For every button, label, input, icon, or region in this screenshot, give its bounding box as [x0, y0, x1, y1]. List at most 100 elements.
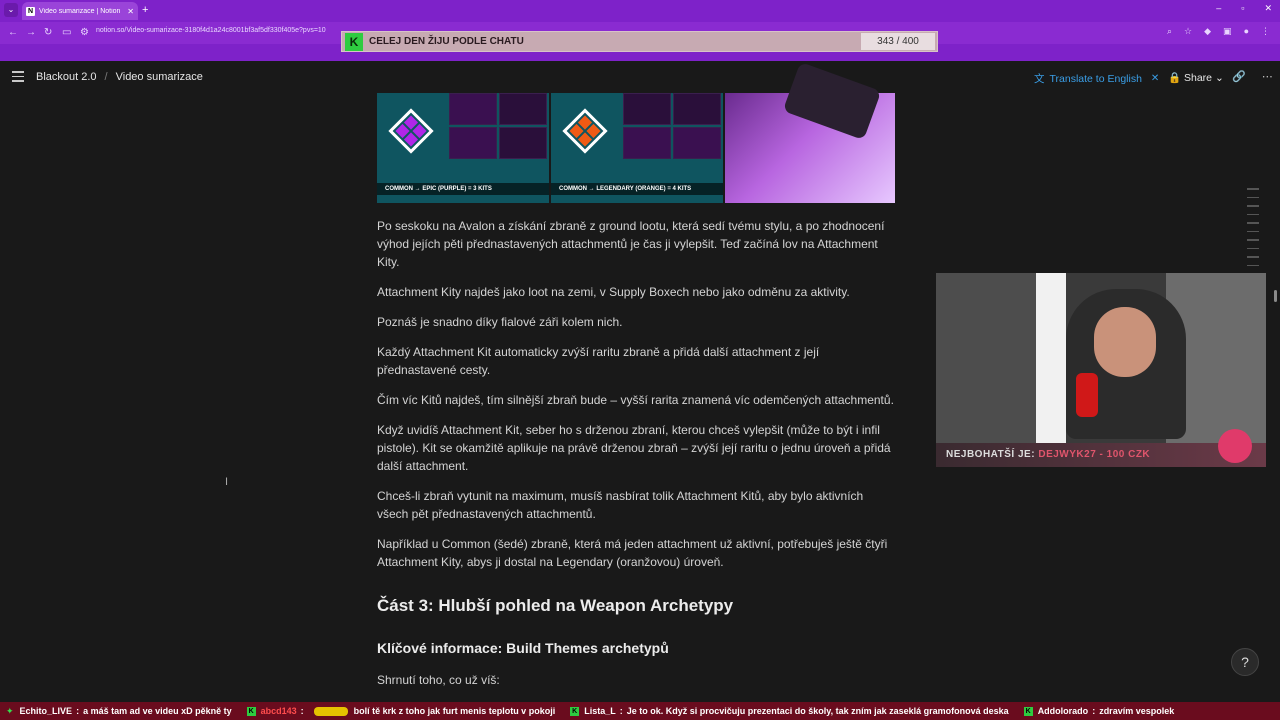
- kick-logo-icon: K: [345, 32, 363, 51]
- translate-close-icon[interactable]: ✕: [1151, 73, 1159, 84]
- tab-search-menu[interactable]: ⌄: [4, 3, 18, 17]
- chat-ticker: ✦ Echito_LIVE: a máš tam ad ve videu xD …: [0, 702, 1280, 720]
- banner-title: CELEJ DEN ŽIJU PODLE CHATU: [369, 36, 524, 47]
- browser-tab-strip: ⌄ N Video sumarizace | Notion ✕ + – ▫ ✕: [0, 0, 1280, 22]
- chat-message: bolí tě krk z toho jak furt menis teplot…: [353, 706, 556, 716]
- breadcrumb: Blackout 2.0 / Video sumarizace: [36, 71, 203, 83]
- kick-logo-icon: K: [1023, 706, 1033, 716]
- stream-goal-banner: K CELEJ DEN ŽIJU PODLE CHATU 343 / 400: [341, 31, 938, 52]
- extension-icon[interactable]: ◆: [1204, 26, 1211, 37]
- rarity-image-epic: COMMON → EPIC (PURPLE) = 3 KITS: [377, 93, 549, 203]
- bookmark-star-icon[interactable]: ☆: [1184, 26, 1192, 37]
- kick-logo-icon: K: [570, 706, 580, 716]
- top-donor-text: NEJBOHATŠÍ JE: DEJWYK27 - 100 CZK: [946, 449, 1150, 460]
- webcam-overlay: NEJBOHATŠÍ JE: DEJWYK27 - 100 CZK: [936, 273, 1266, 467]
- image-caption: COMMON → LEGENDARY (ORANGE) = 4 KITS: [551, 183, 723, 195]
- translate-icon: 文: [1034, 73, 1045, 85]
- new-tab-icon[interactable]: +: [142, 4, 148, 16]
- reload-icon[interactable]: ↻: [44, 26, 52, 40]
- page-content: Po seskoku na Avalon a získání zbraně z …: [377, 217, 897, 701]
- image-caption: COMMON → EPIC (PURPLE) = 3 KITS: [377, 183, 549, 195]
- paragraph[interactable]: Shrnutí toho, co už víš:: [377, 671, 897, 689]
- chat-message: a máš tam ad ve videu xD pěkně ty: [83, 706, 232, 716]
- weapon-cell: [623, 93, 671, 125]
- kick-logo-icon: K: [246, 706, 256, 716]
- paragraph[interactable]: Například u Common (šedé) zbraně, která …: [377, 535, 897, 571]
- section-heading[interactable]: Část 3: Hlubší pohled na Weapon Archetyp…: [377, 596, 897, 616]
- more-options-icon[interactable]: ⋯: [1262, 70, 1273, 83]
- tab-title: Video sumarizace | Notion: [39, 7, 121, 15]
- maximize-icon[interactable]: ▫: [1241, 3, 1244, 14]
- minimize-icon[interactable]: –: [1216, 3, 1221, 14]
- help-button[interactable]: ?: [1231, 648, 1259, 676]
- weapon-cell: [623, 127, 671, 159]
- breadcrumb-separator: /: [104, 71, 108, 83]
- site-info-icon[interactable]: ⚙: [80, 26, 89, 40]
- browser-menu-icon[interactable]: ⋮: [1261, 26, 1270, 37]
- chat-username: abcd143: [260, 706, 297, 716]
- chat-colon: :: [76, 706, 80, 716]
- paragraph[interactable]: Attachment Kity najdeš jako loot na zemi…: [377, 283, 897, 301]
- weapon-cell: [673, 93, 721, 125]
- paragraph[interactable]: Čím víc Kitů najdeš, tím silnější zbraň …: [377, 391, 897, 409]
- webcam-background: [936, 273, 1036, 443]
- lock-icon: 🔒: [1168, 72, 1182, 84]
- paragraph[interactable]: Chceš-li zbraň vytunit na maximum, musíš…: [377, 487, 897, 523]
- close-window-icon[interactable]: ✕: [1264, 3, 1272, 14]
- address-bar[interactable]: notion.so/Video-sumarizace-3180f4d1a24c8…: [96, 27, 326, 34]
- top-donor-bar: NEJBOHATŠÍ JE: DEJWYK27 - 100 CZK: [936, 443, 1266, 467]
- chat-colon: :: [300, 706, 304, 716]
- browser-tab[interactable]: N Video sumarizace | Notion ✕: [22, 2, 138, 20]
- weapon-cell: [499, 93, 547, 125]
- rarity-image-legendary: COMMON → LEGENDARY (ORANGE) = 4 KITS: [551, 93, 723, 203]
- toolbar-actions: ⌕ ☆ ◆ ▣ ● ⋮: [1167, 26, 1270, 37]
- banner-progress-count: 343 / 400: [861, 33, 935, 50]
- notion-topbar: Blackout 2.0 / Video sumarizace 文 Transl…: [0, 61, 1280, 93]
- sidebar-toggle-icon[interactable]: ▭: [62, 26, 71, 40]
- microphone: [1076, 373, 1098, 417]
- paragraph[interactable]: Každý Attachment Kit automaticky zvýší r…: [377, 343, 897, 379]
- notion-favicon-icon: N: [26, 6, 35, 16]
- attachment-kit-photo: [725, 61, 895, 203]
- chat-message: zdravím vespolek: [1099, 706, 1175, 716]
- image-gallery: COMMON → EPIC (PURPLE) = 3 KITS COMMON →…: [377, 61, 895, 203]
- chevron-down-icon: ⌄: [1214, 72, 1224, 84]
- subsection-heading[interactable]: Klíčové informace: Build Themes archetyp…: [377, 640, 897, 656]
- translate-label: Translate to English: [1049, 72, 1142, 85]
- paragraph[interactable]: Poznáš je snadno díky fialové záři kolem…: [377, 313, 897, 331]
- paragraph[interactable]: Když uvidíš Attachment Kit, seber ho s d…: [377, 421, 897, 475]
- breadcrumb-page[interactable]: Video sumarizace: [116, 71, 203, 83]
- chat-username: Addolorado: [1037, 706, 1089, 716]
- chat-emote-icon: [313, 706, 348, 716]
- weapon-cell: [449, 127, 497, 159]
- rarity-diamond-icon: [388, 108, 434, 154]
- scrollbar-thumb[interactable]: [1274, 290, 1277, 302]
- webcam-light: [1036, 273, 1066, 443]
- text-cursor-icon: I: [225, 476, 229, 488]
- link-icon[interactable]: 🔗: [1232, 70, 1246, 83]
- weapon-cell: [449, 93, 497, 125]
- share-button[interactable]: 🔒 Share ⌄: [1168, 71, 1224, 84]
- back-icon[interactable]: ←: [8, 26, 18, 40]
- breadcrumb-workspace[interactable]: Blackout 2.0: [36, 71, 97, 83]
- rarity-diamond-icon: [562, 108, 608, 154]
- sidebar-menu-icon[interactable]: [12, 71, 24, 82]
- top-donor-name: DEJWYK27 - 100 CZK: [1038, 449, 1151, 460]
- forward-icon[interactable]: →: [26, 26, 36, 40]
- profile-icon[interactable]: ●: [1244, 26, 1249, 37]
- weapon-cell: [673, 127, 721, 159]
- translate-button[interactable]: 文 Translate to English ✕: [1034, 71, 1159, 86]
- paragraph[interactable]: Po seskoku na Avalon a získání zbraně z …: [377, 217, 897, 271]
- extensions-menu-icon[interactable]: ▣: [1223, 26, 1232, 37]
- topbar-actions: 🔗 ⋯: [1232, 70, 1273, 83]
- tab-close-icon[interactable]: ✕: [127, 7, 134, 16]
- weapon-grid: [449, 93, 547, 159]
- top-donor-prefix: NEJBOHATŠÍ JE:: [946, 449, 1036, 460]
- chat-colon: :: [1092, 706, 1096, 716]
- chat-username: Lista_L: [584, 706, 616, 716]
- streamer-face: [1094, 307, 1156, 377]
- star-icon: ✦: [6, 705, 14, 716]
- skull-logo-icon: [1218, 429, 1252, 463]
- zoom-icon[interactable]: ⌕: [1167, 26, 1172, 37]
- chat-colon: :: [619, 706, 623, 716]
